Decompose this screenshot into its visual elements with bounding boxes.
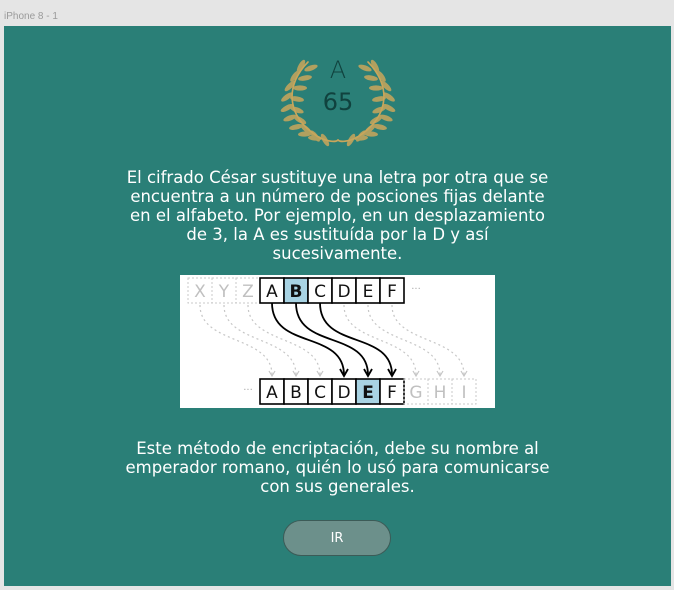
top-cell-letter: D [337,282,350,302]
bottom-faded-cell-letter: H [434,383,447,403]
bottom-cell-letter: B [290,383,302,403]
guide-line [367,304,441,376]
emblem-ascii-code: 65 [322,88,354,116]
top-faded-cell-letter: X [194,282,206,302]
shift-arrow [271,302,345,376]
intro-paragraph: El cifrado César sustituye una letra por… [126,168,549,263]
closing-paragraph: Este método de encriptación, debe su nom… [125,439,550,496]
laurel-leaf [308,135,322,141]
guide-line [391,304,465,376]
bottom-cell-letter: C [314,383,326,403]
bottom-ellipsis: ··· [243,385,253,396]
top-cell-letter: B [290,282,303,302]
laurel-leaf [346,133,356,147]
top-ellipsis: ··· [411,284,421,295]
artboard-label: iPhone 8 - 1 [4,11,58,22]
caesar-shift-diagram: X Y Z A B C D E F ··· ··· A B C D E F G H I [180,275,495,408]
shift-diagram-graphic: X Y Z A B C D E F ······ A B C D E F G H I [187,277,477,405]
bottom-faded-cell-letter: G [409,383,422,403]
emblem-letter: A [329,56,347,84]
bottom-cell-letter: D [337,383,350,403]
guide-line [223,304,297,376]
laurel-leaf [320,133,330,147]
top-cell-letter: E [363,282,374,302]
top-cell-letter: C [314,282,326,302]
laurel-emblem: A 65 [278,56,398,148]
top-faded-cell-letter: Z [242,282,254,302]
bottom-cell-letter: F [387,383,397,403]
top-faded-cell-letter: Y [218,282,230,302]
bottom-cell-letter: E [362,383,374,403]
bottom-faded-cell-letter: I [461,383,466,403]
top-cell-letter: F [387,282,397,302]
screen: A 65 El cifrado César sustituye una letr… [4,26,671,586]
bottom-cell-letter: A [266,383,278,403]
guide-line [199,304,273,376]
go-button[interactable]: IR [283,520,391,556]
laurel-leaf [354,135,368,141]
top-cell-letter: A [266,282,278,302]
